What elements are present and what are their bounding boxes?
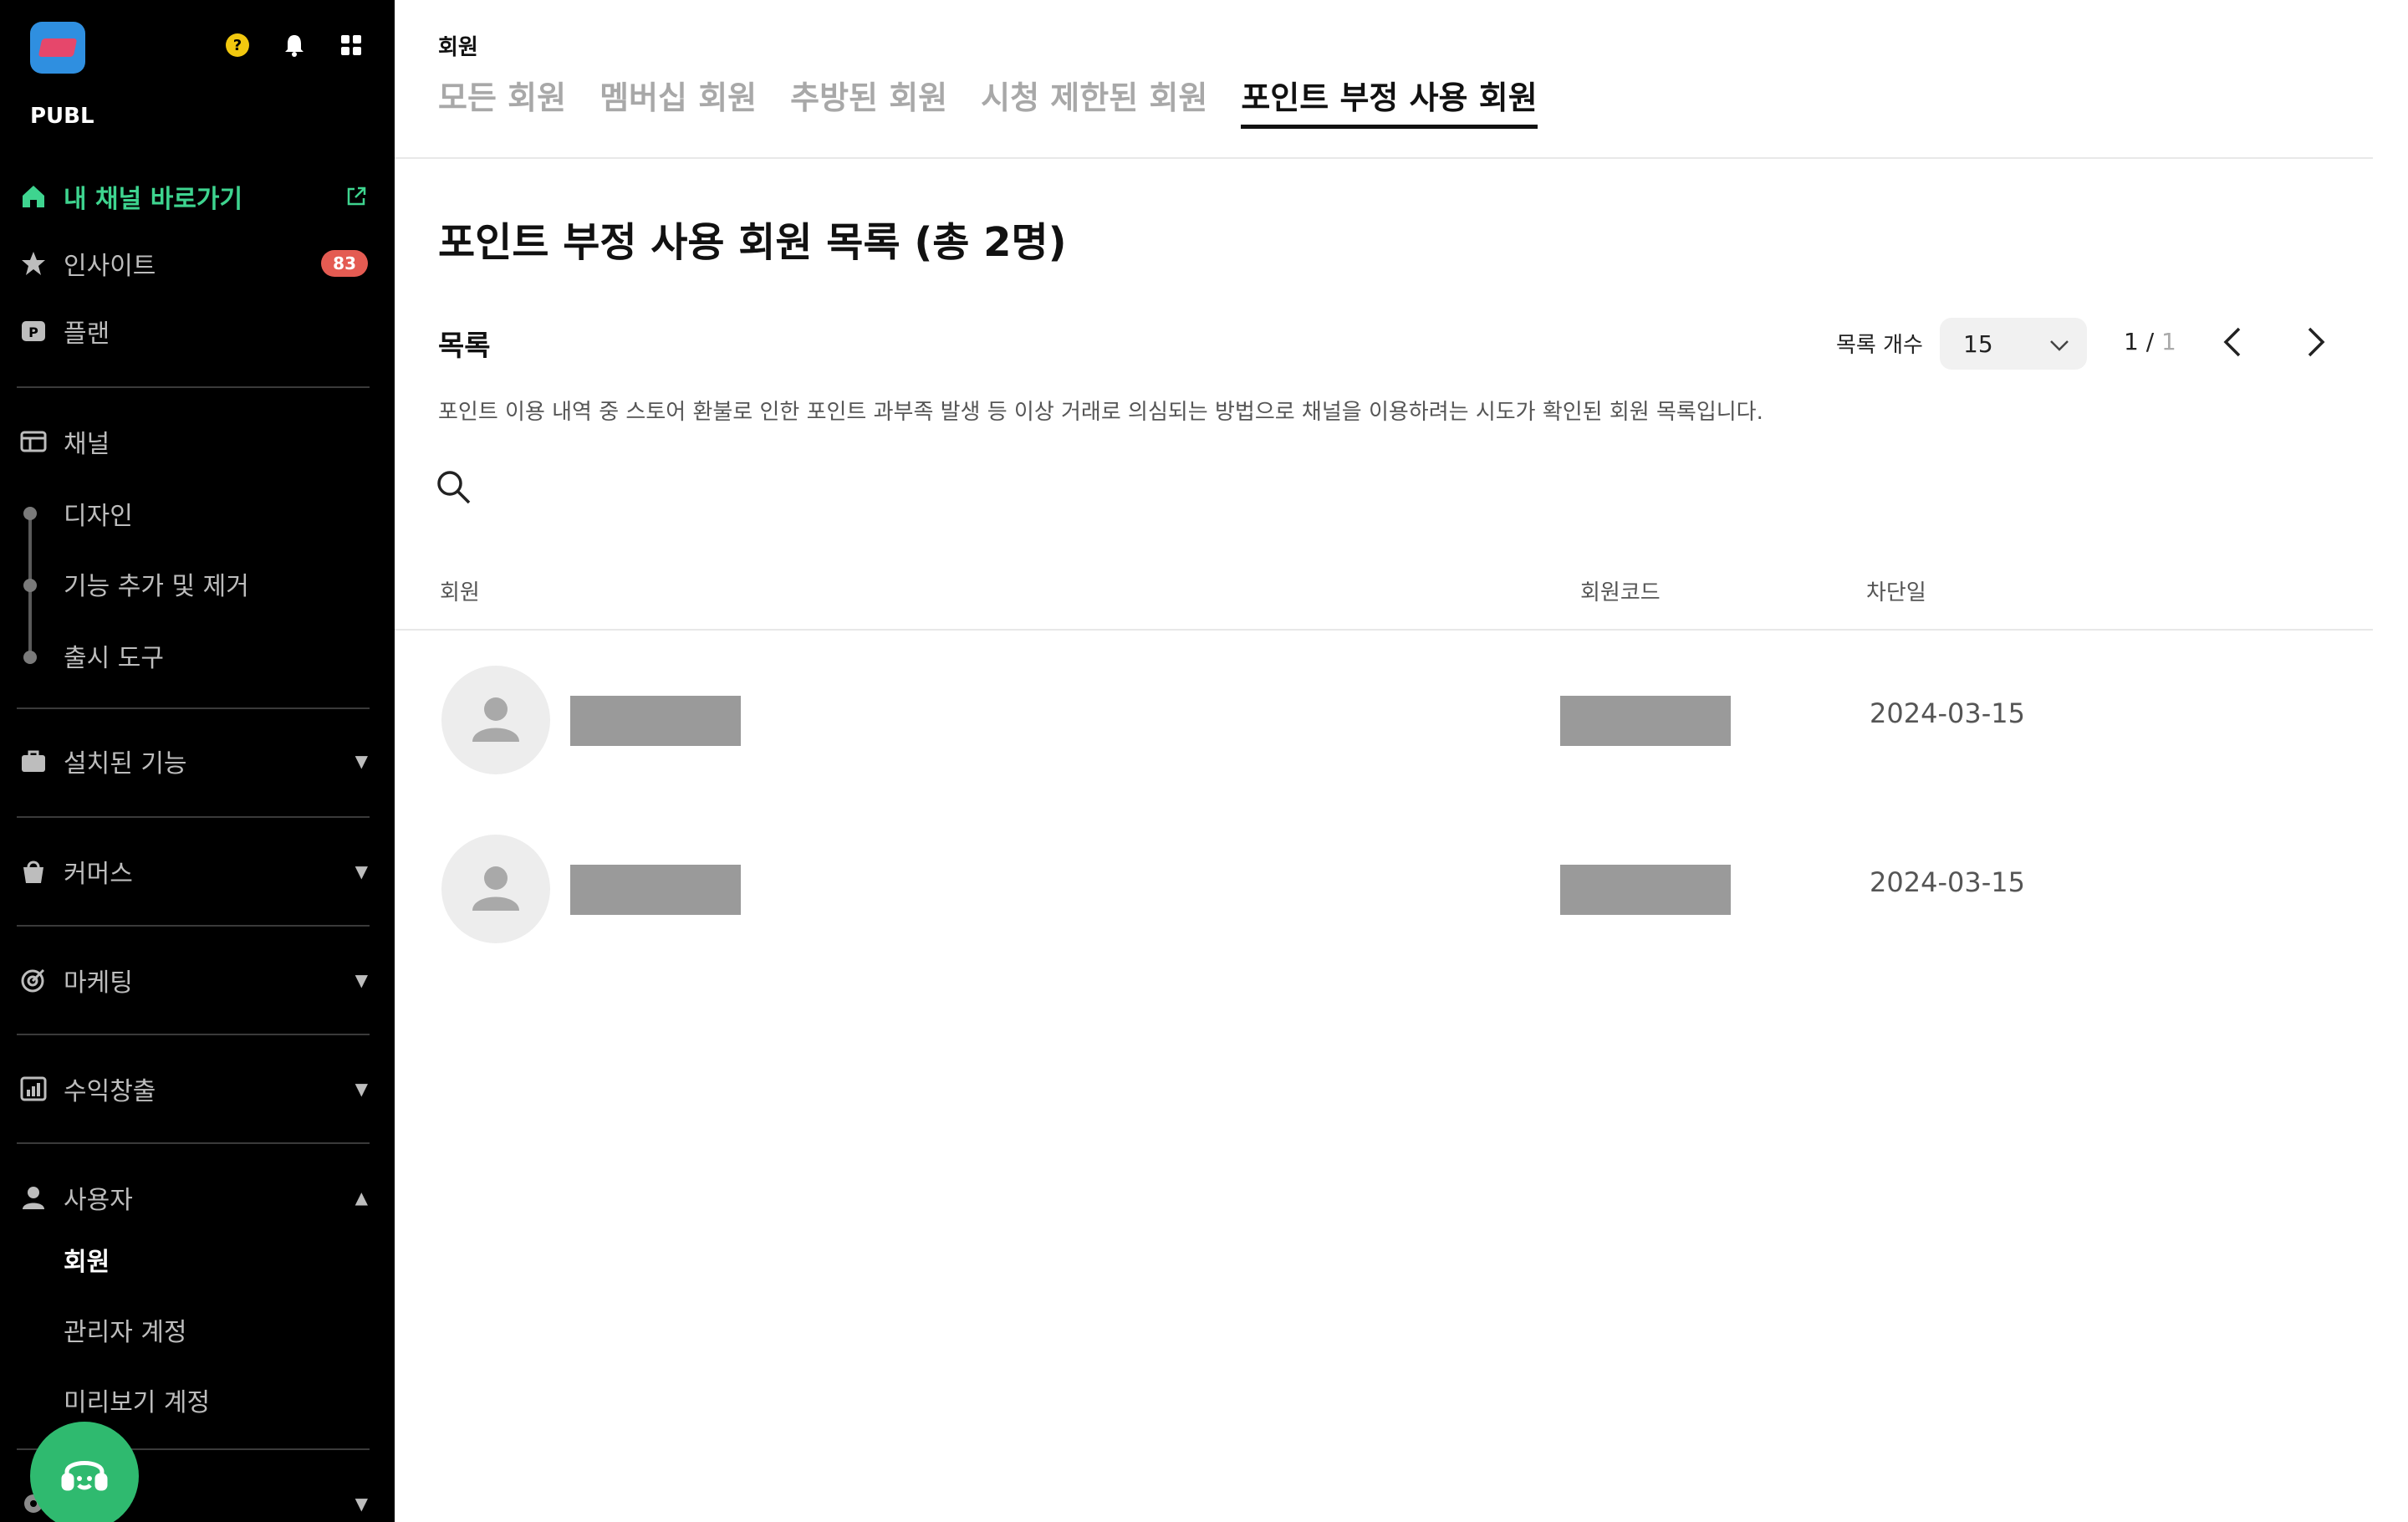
sidebar-divider: [17, 816, 370, 818]
caret-down-icon: ▼: [355, 751, 368, 771]
redacted-member-name: [570, 865, 741, 915]
redacted-member-name: [570, 696, 741, 746]
svg-text:P: P: [28, 324, 38, 340]
table-row[interactable]: 2024-03-15: [395, 810, 2373, 968]
sidebar: PUBL ? 내 채널 바로가기 인사이트 83 P 플랜 채널 디자인 기능 …: [0, 0, 395, 1522]
svg-text:?: ?: [233, 37, 242, 54]
tab-banned-members[interactable]: 추방된 회원: [790, 72, 947, 129]
brand-name: PUBL: [30, 104, 94, 129]
sidebar-item-marketing[interactable]: 마케팅 ▼: [18, 955, 368, 1005]
tab-membership-members[interactable]: 멤버십 회원: [599, 72, 757, 129]
sidebar-divider: [17, 1034, 370, 1035]
support-chat-button[interactable]: [30, 1422, 139, 1522]
chevron-down-icon: [2048, 330, 2070, 358]
table-header-divider: [395, 629, 2373, 631]
sidebar-item-users[interactable]: 사용자 ▲: [18, 1172, 368, 1223]
chevron-left-icon: [2222, 325, 2242, 362]
table-row[interactable]: 2024-03-15: [395, 641, 2373, 799]
search-icon[interactable]: [435, 468, 472, 505]
chart-icon: [18, 1074, 48, 1104]
tree-dot: [23, 651, 37, 664]
sidebar-item-plan[interactable]: P 플랜: [18, 306, 368, 356]
sidebar-item-label: 마케팅: [64, 968, 133, 998]
avatar: [441, 666, 550, 774]
sidebar-item-my-channel[interactable]: 내 채널 바로가기: [18, 171, 368, 222]
list-count-value: 15: [1963, 329, 1993, 358]
help-icon[interactable]: ?: [224, 32, 251, 59]
target-icon: [18, 965, 48, 995]
sidebar-item-label: 사용자: [64, 1186, 133, 1215]
person-icon: [472, 866, 519, 911]
section-description: 포인트 이용 내역 중 스토어 환불로 인한 포인트 과부족 발생 등 이상 거…: [438, 400, 1763, 425]
sidebar-item-preview-accounts[interactable]: 미리보기 계정: [64, 1382, 210, 1418]
external-link-icon[interactable]: [344, 185, 368, 208]
page-total: 1: [2154, 328, 2176, 355]
apps-grid-icon[interactable]: [338, 32, 365, 59]
caret-down-icon: ▼: [355, 970, 368, 990]
prev-page-button[interactable]: [2216, 323, 2249, 365]
column-header-member-code: 회원코드: [1580, 580, 1661, 605]
sidebar-item-label: 커머스: [64, 860, 133, 889]
header-divider: [395, 157, 2373, 159]
block-date: 2024-03-15: [1870, 697, 2025, 729]
chevron-right-icon: [2306, 325, 2326, 362]
tree-dot: [23, 507, 37, 520]
breadcrumb: 회원: [438, 35, 478, 60]
caret-up-icon: ▲: [355, 1187, 368, 1208]
sidebar-item-monetization[interactable]: 수익창출 ▼: [18, 1064, 368, 1114]
sidebar-item-label: 플랜: [64, 319, 110, 349]
redacted-member-code: [1560, 865, 1731, 915]
column-header-block-date: 차단일: [1866, 580, 1926, 605]
sidebar-item-features[interactable]: 기능 추가 및 제거: [64, 565, 249, 602]
sidebar-item-label: 설치된 기능: [64, 749, 187, 779]
person-icon: [472, 697, 519, 742]
caret-down-icon: ▼: [355, 861, 368, 881]
page-current: 1 /: [2124, 328, 2155, 355]
sidebar-divider: [17, 707, 370, 709]
sidebar-item-commerce[interactable]: 커머스 ▼: [18, 846, 368, 896]
page-title: 포인트 부정 사용 회원 목록 (총 2명): [438, 219, 1067, 266]
sidebar-item-admin-accounts[interactable]: 관리자 계정: [64, 1311, 187, 1348]
user-icon: [18, 1182, 48, 1213]
section-title: 목록: [438, 329, 491, 363]
notification-badge: 83: [321, 250, 368, 277]
tree-dot: [23, 579, 37, 592]
app-logo[interactable]: [30, 22, 85, 74]
sidebar-item-label: 수익창출: [64, 1077, 156, 1106]
sidebar-item-release-tools[interactable]: 출시 도구: [64, 637, 164, 674]
redacted-member-code: [1560, 696, 1731, 746]
tab-all-members[interactable]: 모든 회원: [438, 72, 566, 129]
tab-restricted-members[interactable]: 시청 제한된 회원: [981, 72, 1207, 129]
tab-point-abuse-members[interactable]: 포인트 부정 사용 회원: [1241, 72, 1538, 129]
list-count-label: 목록 개수: [1836, 333, 1923, 358]
page-indicator: 1 / 1: [2124, 328, 2176, 355]
channel-icon: [18, 426, 48, 457]
column-header-member: 회원: [440, 580, 480, 605]
sidebar-item-design[interactable]: 디자인: [64, 495, 133, 532]
plan-p-icon: P: [18, 316, 48, 346]
sidebar-item-insight[interactable]: 인사이트 83: [18, 238, 368, 289]
next-page-button[interactable]: [2299, 323, 2333, 365]
sidebar-divider: [17, 925, 370, 927]
sidebar-divider: [17, 1142, 370, 1144]
home-icon: [18, 181, 48, 212]
sidebar-item-channel[interactable]: 채널: [18, 416, 368, 467]
caret-down-icon: ▼: [355, 1079, 368, 1099]
sidebar-item-members[interactable]: 회원: [64, 1241, 110, 1278]
caret-down-icon: ▼: [355, 1494, 368, 1514]
avatar: [441, 835, 550, 943]
sidebar-item-label: 채널: [64, 430, 110, 459]
sidebar-divider: [17, 386, 370, 388]
sidebar-item-label: 인사이트: [64, 252, 156, 281]
star-icon: [18, 248, 48, 278]
sidebar-item-label: 내 채널 바로가기: [64, 185, 243, 214]
briefcase-icon: [18, 746, 48, 776]
member-tabs: 모든 회원 멤버십 회원 추방된 회원 시청 제한된 회원 포인트 부정 사용 …: [438, 72, 1538, 129]
sidebar-item-installed[interactable]: 설치된 기능 ▼: [18, 736, 368, 786]
bell-icon[interactable]: [281, 32, 308, 59]
headset-icon: [55, 1445, 114, 1507]
bag-icon: [18, 856, 48, 886]
block-date: 2024-03-15: [1870, 866, 2025, 898]
list-count-select[interactable]: 15: [1940, 318, 2087, 370]
